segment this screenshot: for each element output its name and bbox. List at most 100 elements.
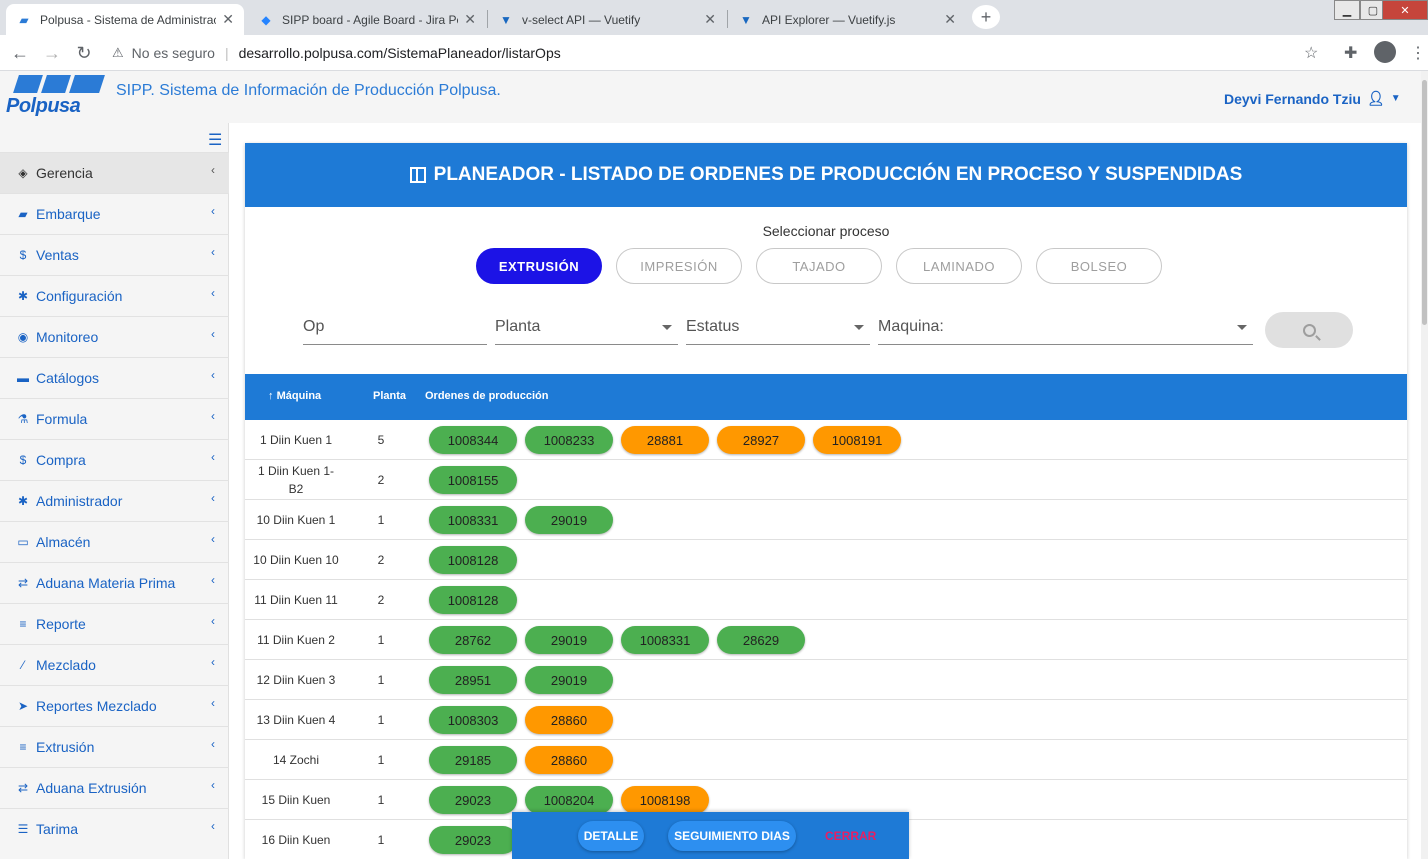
sidebar-item-label: Gerencia bbox=[36, 165, 93, 181]
sidebar-item-monitoreo[interactable]: ◉ Monitoreo ‹ bbox=[0, 316, 229, 357]
sidebar-item-label: Aduana Extrusión bbox=[36, 780, 147, 796]
order-chip[interactable]: 29023 bbox=[429, 786, 517, 814]
planta-cell: 1 bbox=[377, 673, 385, 687]
column-header-planta[interactable]: Planta bbox=[373, 390, 406, 402]
sidebar-item-configuración[interactable]: ✱ Configuración ‹ bbox=[0, 275, 229, 316]
hamburger-menu-icon[interactable]: ☰ bbox=[208, 130, 222, 150]
extensions-puzzle-icon[interactable]: ✚ bbox=[1344, 43, 1357, 63]
table-row: 1 Diin Kuen 1-B2 2 1008155 bbox=[245, 460, 1407, 500]
forward-icon[interactable]: → bbox=[40, 41, 64, 65]
order-chip[interactable]: 29019 bbox=[525, 666, 613, 694]
column-header-maquina[interactable]: ↑ Máquina bbox=[268, 390, 321, 402]
order-chip[interactable]: 1008191 bbox=[813, 426, 901, 454]
detalle-button[interactable]: DETALLE bbox=[578, 821, 644, 851]
card-header: PLANEADOR - LISTADO DE ORDENES DE PRODUC… bbox=[245, 143, 1407, 207]
planta-cell: 2 bbox=[377, 593, 385, 607]
sidebar-item-formula[interactable]: ⚗ Formula ‹ bbox=[0, 398, 229, 439]
order-chip[interactable]: 28951 bbox=[429, 666, 517, 694]
list-icon: ☰ bbox=[17, 822, 29, 836]
sidebar-item-catálogos[interactable]: ▬ Catálogos ‹ bbox=[0, 357, 229, 398]
user-menu[interactable]: Deyvi Fernando Tziu 👤︎ ▼ bbox=[1224, 90, 1401, 107]
browser-tab-jira[interactable]: ◆ SIPP board - Agile Board - Jira Pc ✕ bbox=[248, 4, 486, 35]
order-chip[interactable]: 1008303 bbox=[429, 706, 517, 734]
minimize-icon[interactable]: ▁ bbox=[1334, 0, 1360, 20]
bookmark-star-icon[interactable]: ☆ bbox=[1304, 43, 1318, 63]
process-button-bolseo[interactable]: BOLSEO bbox=[1036, 248, 1162, 284]
order-chip[interactable]: 1008331 bbox=[429, 506, 517, 534]
browser-tab-vselect[interactable]: ▼ v-select API — Vuetify ✕ bbox=[488, 4, 726, 35]
sidebar-item-almacén[interactable]: ▭ Almacén ‹ bbox=[0, 521, 229, 562]
close-tab-icon[interactable]: ✕ bbox=[464, 11, 476, 28]
page-scrollbar-thumb[interactable] bbox=[1422, 80, 1427, 325]
order-chip[interactable]: 1008331 bbox=[621, 626, 709, 654]
url-field[interactable]: ⚠ No es seguro | desarrollo.polpusa.com/… bbox=[112, 41, 561, 65]
sidebar-item-aduana-extrusión[interactable]: ⇄ Aduana Extrusión ‹ bbox=[0, 767, 229, 808]
sidebar-item-aduana-materia-prima[interactable]: ⇄ Aduana Materia Prima ‹ bbox=[0, 562, 229, 603]
sidebar-item-embarque[interactable]: ▰ Embarque ‹ bbox=[0, 193, 229, 234]
sidebar-item-administrador[interactable]: ✱ Administrador ‹ bbox=[0, 480, 229, 521]
seguimiento-dias-button[interactable]: SEGUIMIENTO DIAS bbox=[668, 821, 796, 851]
sidebar-item-label: Extrusión bbox=[36, 739, 95, 755]
order-chip[interactable]: 1008128 bbox=[429, 586, 517, 614]
order-chip[interactable]: 29019 bbox=[525, 506, 613, 534]
order-chip[interactable]: 28860 bbox=[525, 746, 613, 774]
order-chip[interactable]: 29185 bbox=[429, 746, 517, 774]
order-chip[interactable]: 1008344 bbox=[429, 426, 517, 454]
tab-title: Polpusa - Sistema de Administrac bbox=[40, 12, 217, 27]
laptop-icon: ▭ bbox=[17, 535, 29, 549]
sidebar-item-tarima[interactable]: ☰ Tarima ‹ bbox=[0, 808, 229, 849]
sidebar-item-mezclado[interactable]: ⁄ Mezclado ‹ bbox=[0, 644, 229, 685]
browser-menu-icon[interactable]: ⋮ bbox=[1410, 43, 1426, 63]
order-chip[interactable]: 1008198 bbox=[621, 786, 709, 814]
user-name: Deyvi Fernando Tziu bbox=[1224, 90, 1361, 107]
process-button-tajado[interactable]: TAJADO bbox=[756, 248, 882, 284]
browser-tab-api-explorer[interactable]: ▼ API Explorer — Vuetify.js ✕ bbox=[728, 4, 966, 35]
close-window-icon[interactable]: ✕ bbox=[1382, 0, 1428, 20]
order-chip[interactable]: 1008155 bbox=[429, 466, 517, 494]
sidebar-item-compra[interactable]: $ Compra ‹ bbox=[0, 439, 229, 480]
close-tab-icon[interactable]: ✕ bbox=[704, 11, 716, 28]
sidebar-item-extrusión[interactable]: ≡ Extrusión ‹ bbox=[0, 726, 229, 767]
order-chip[interactable]: 28881 bbox=[621, 426, 709, 454]
sidebar-item-reportes-mezclado[interactable]: ➤ Reportes Mezclado ‹ bbox=[0, 685, 229, 726]
order-chip[interactable]: 28927 bbox=[717, 426, 805, 454]
process-button-laminado[interactable]: LAMINADO bbox=[896, 248, 1022, 284]
close-tab-icon[interactable]: ✕ bbox=[944, 11, 956, 28]
logo-stripes bbox=[10, 75, 108, 95]
process-button-extrusion[interactable]: EXTRUSIÓN bbox=[476, 248, 602, 284]
order-chip[interactable]: 29023 bbox=[429, 826, 517, 854]
order-chip[interactable]: 1008233 bbox=[525, 426, 613, 454]
profile-avatar-icon[interactable] bbox=[1374, 41, 1396, 63]
insecure-label: No es seguro bbox=[131, 45, 215, 61]
table-header: ↑ Máquina Planta Ordenes de producción bbox=[245, 374, 1407, 420]
order-chip[interactable]: 28860 bbox=[525, 706, 613, 734]
search-button[interactable] bbox=[1265, 312, 1353, 348]
close-tab-icon[interactable]: ✕ bbox=[222, 11, 234, 28]
orders-cell: 1008128 bbox=[429, 540, 517, 580]
chevron-left-icon: ‹ bbox=[211, 532, 215, 546]
order-chip[interactable]: 29019 bbox=[525, 626, 613, 654]
sidebar-item-ventas[interactable]: $ Ventas ‹ bbox=[0, 234, 229, 275]
user-icon: 👤︎ bbox=[1366, 90, 1385, 106]
column-header-ordenes[interactable]: Ordenes de producción bbox=[425, 390, 548, 402]
sort-arrow-up-icon: ↑ bbox=[268, 390, 274, 402]
op-field[interactable]: Op bbox=[303, 311, 487, 345]
process-button-impresion[interactable]: IMPRESIÓN bbox=[616, 248, 742, 284]
sidebar-item-reporte[interactable]: ≡ Reporte ‹ bbox=[0, 603, 229, 644]
reload-icon[interactable]: ↻ bbox=[72, 41, 96, 65]
sidebar-item-gerencia[interactable]: ◈ Gerencia ‹ bbox=[0, 152, 229, 193]
new-tab-button[interactable]: + bbox=[972, 5, 1000, 29]
estatus-select[interactable]: Estatus bbox=[686, 311, 870, 345]
polpusa-logo[interactable]: Polpusa bbox=[6, 75, 106, 117]
browser-tab-polpusa[interactable]: ▰ Polpusa - Sistema de Administrac ✕ bbox=[6, 4, 244, 35]
planta-select[interactable]: Planta bbox=[495, 311, 678, 345]
order-chip[interactable]: 28762 bbox=[429, 626, 517, 654]
sidebar-item-label: Formula bbox=[36, 411, 88, 427]
maquina-select[interactable]: Maquina: bbox=[878, 311, 1253, 345]
cerrar-button[interactable]: CERRAR bbox=[825, 829, 876, 843]
order-chip[interactable]: 28629 bbox=[717, 626, 805, 654]
back-icon[interactable]: ← bbox=[8, 41, 32, 65]
order-chip[interactable]: 1008204 bbox=[525, 786, 613, 814]
dollar-icon: $ bbox=[19, 453, 27, 467]
order-chip[interactable]: 1008128 bbox=[429, 546, 517, 574]
